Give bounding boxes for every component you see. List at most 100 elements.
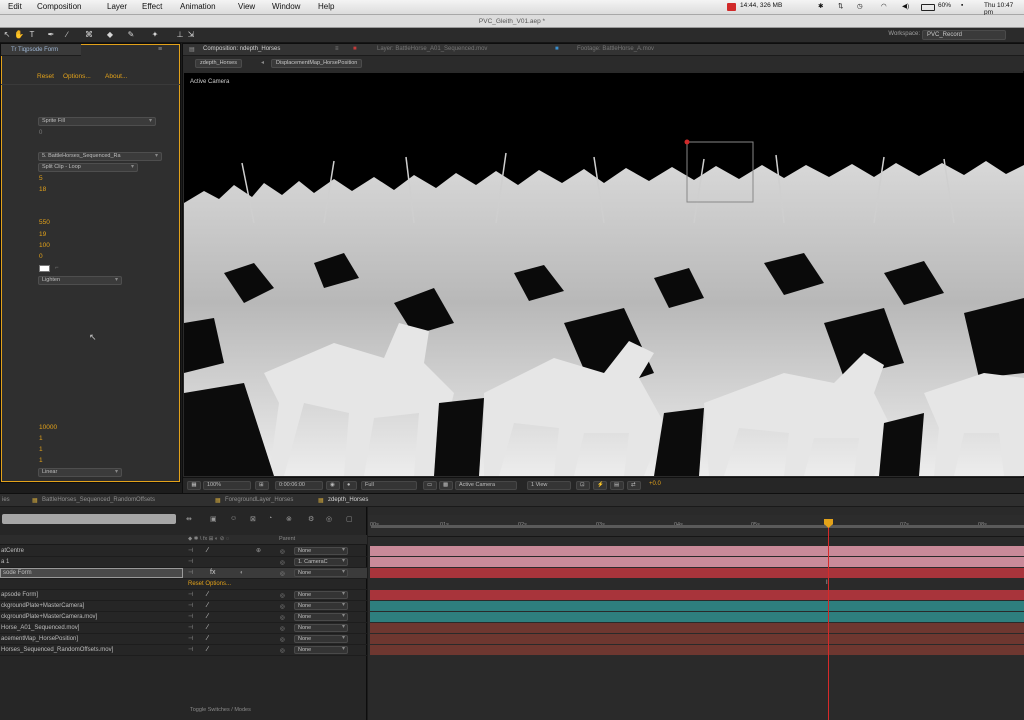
playhead-line[interactable] — [828, 520, 829, 720]
timeline-tab-foreground[interactable]: ForegroundLayer_Horses — [225, 497, 293, 503]
layer-row-2[interactable]: a 1 ⊣ ◎ 1. CameraC — [0, 557, 367, 568]
pen-icon[interactable]: ∕ — [207, 612, 208, 622]
layer-name[interactable]: Horses_Sequenced_RandomOffsets.mov] — [1, 645, 113, 655]
menu-window[interactable]: Window — [272, 2, 300, 11]
snapshot-icon[interactable]: ◉ — [326, 481, 340, 490]
timeline-toggle-icon[interactable]: ▤ — [610, 481, 624, 490]
param-value-100[interactable]: 100 — [39, 242, 50, 249]
layer-switch-icon[interactable]: ⊣ — [188, 601, 193, 611]
exposure-value[interactable]: +0.0 — [649, 481, 661, 487]
view-layout-dropdown[interactable]: 1 View — [527, 481, 571, 490]
pen-icon[interactable]: ∕ — [207, 645, 208, 655]
battery-icon[interactable] — [921, 4, 935, 11]
clip-mode-dropdown[interactable]: Split Clip - Loop — [38, 163, 138, 172]
parent-dropdown[interactable]: 1. CameraC — [294, 558, 348, 566]
timeline-tab-zdepth-horses[interactable]: zdepth_Horses — [328, 497, 368, 503]
track-bar-7[interactable] — [370, 623, 1024, 633]
effect-controls-tab[interactable]: Tr Tiqpsode Form — [1, 44, 81, 56]
parent-dropdown[interactable]: None — [294, 624, 348, 632]
parent-dropdown[interactable]: None — [294, 602, 348, 610]
param-value-0[interactable]: 0 — [39, 253, 43, 260]
recording-icon[interactable] — [727, 3, 736, 11]
pen-tool-icon[interactable]: ✒ — [46, 30, 56, 40]
param-value-1b[interactable]: 1 — [39, 446, 43, 453]
parent-pickwhip-icon[interactable]: ◎ — [280, 569, 285, 579]
fast-preview-icon[interactable]: ⚡ — [593, 481, 607, 490]
parent-pickwhip-icon[interactable]: ◎ — [280, 547, 285, 557]
comp-marker-icon[interactable]: ⇹ — [186, 515, 192, 523]
draft-3d-icon[interactable]: ▣ — [210, 515, 217, 523]
layer-name[interactable]: ckgroundPlate+MasterCamera.mov] — [1, 612, 97, 622]
interpolation-dropdown[interactable]: Linear — [38, 468, 122, 477]
layer-name[interactable]: Horse_A01_Sequenced.mov] — [1, 623, 79, 633]
layer-row-3-selected[interactable]: sode Form ⊣ fx ◐ ◎ None — [0, 568, 367, 579]
show-channel-icon[interactable]: ● — [343, 481, 357, 490]
tab-close-icon[interactable]: ≡ — [335, 46, 339, 52]
puppet-tool-icon[interactable]: ✦ — [150, 30, 160, 40]
track-bar-2[interactable] — [370, 557, 1024, 567]
volume-icon[interactable]: ◀) — [902, 2, 909, 10]
parent-dropdown[interactable]: None — [294, 547, 348, 555]
parent-pickwhip-icon[interactable]: ◎ — [280, 635, 285, 645]
pen-icon[interactable]: ∕ — [207, 634, 208, 644]
menu-view[interactable]: View — [238, 2, 255, 11]
track-bar-6[interactable] — [370, 612, 1024, 622]
mask-icon[interactable]: ▢ — [346, 515, 353, 523]
layer-switch-icon[interactable]: ⊣ — [188, 623, 193, 633]
tab-footage[interactable]: Footage: BattleHorse_A.mov — [577, 46, 654, 52]
eyedropper-icon[interactable]: ⌐ — [55, 265, 59, 271]
layer-switch-icon[interactable]: ⊣ — [188, 645, 193, 655]
snap-icon[interactable]: ⇲ — [186, 30, 196, 40]
brainstorm-icon[interactable]: ⚙ — [308, 515, 314, 523]
parent-dropdown[interactable]: None — [294, 569, 348, 577]
param-value-550[interactable]: 550 — [39, 219, 50, 226]
menu-edit[interactable]: Edit — [8, 2, 22, 11]
pen-icon[interactable]: ∕ — [207, 590, 208, 600]
flowchart-icon[interactable]: ⇄ — [627, 481, 641, 490]
layer-row-1[interactable]: atCentre ⊣ ∕ ⊕ ◎ None — [0, 546, 367, 557]
crumb-displacement-map[interactable]: DisplacementMap_HorsePosition — [271, 59, 363, 68]
transfer-icon[interactable]: ⇅ — [838, 2, 843, 10]
render-queue-tab-edge[interactable]: ies — [2, 497, 10, 503]
parent-pickwhip-icon[interactable]: ◎ — [280, 558, 285, 568]
param-value-1a[interactable]: 1 — [39, 435, 43, 442]
parent-pickwhip-icon[interactable]: ◎ — [280, 613, 285, 623]
graph-editor-icon[interactable]: ⊗ — [286, 515, 292, 523]
bluetooth-icon[interactable]: ✱ — [818, 2, 823, 10]
fill-value[interactable]: 0 — [39, 130, 42, 136]
layer-name[interactable]: sode Form — [3, 568, 32, 578]
layer-switch-icon[interactable]: ⊣ — [188, 546, 193, 556]
parent-pickwhip-icon[interactable]: ◎ — [280, 602, 285, 612]
layer-name[interactable]: ckgroundPlate+MasterCamera] — [1, 601, 84, 611]
menu-layer[interactable]: Layer — [107, 2, 127, 11]
track-bar-5[interactable] — [370, 601, 1024, 611]
options-link[interactable]: Options... — [63, 73, 91, 80]
clock[interactable]: Thu 10:47 pm — [984, 2, 1024, 16]
workspace-dropdown[interactable]: PVC_Record — [922, 30, 1006, 40]
shy-icon[interactable]: ☺ — [230, 515, 237, 522]
sprite-fill-dropdown[interactable]: Sprite Fill — [38, 117, 156, 126]
layer-row-4[interactable]: apsode Form] ⊣ ∕ ◎ None — [0, 590, 367, 601]
lock-icon[interactable]: ▤ — [189, 46, 195, 53]
tab-composition[interactable]: Composition: ndepth_Horses — [203, 46, 280, 52]
parent-dropdown[interactable]: None — [294, 591, 348, 599]
sprite-layer-dropdown[interactable]: 5. BattleHorses_Sequenced_Ra — [38, 152, 162, 161]
adjustment-icon[interactable]: ◐ — [240, 568, 244, 578]
axis-mode-icon[interactable]: ⊥ — [175, 30, 185, 40]
frame-blend-icon[interactable]: ⊠ — [250, 515, 256, 523]
motion-blur-icon[interactable]: ◔ — [268, 515, 272, 522]
parent-dropdown[interactable]: None — [294, 613, 348, 621]
menu-animation[interactable]: Animation — [180, 2, 216, 11]
text-tool-icon[interactable]: T — [27, 30, 37, 40]
composition-viewport[interactable]: Active Camera — [184, 73, 1024, 476]
crumb-zdepth-horses[interactable]: zdepth_Horses — [195, 59, 242, 68]
layer-switch-icon[interactable]: ⊣ — [188, 634, 193, 644]
layer-name[interactable]: apsode Form] — [1, 590, 38, 600]
grid-icon[interactable]: ⊞ — [255, 481, 269, 490]
layer-switch-icon[interactable]: ⊣ — [188, 590, 193, 600]
magnification-dropdown[interactable]: 100% — [203, 481, 251, 490]
hand-tool-icon[interactable]: ✋ — [14, 30, 24, 40]
transparency-grid-icon[interactable]: ▩ — [439, 481, 453, 490]
parent-dropdown[interactable]: None — [294, 635, 348, 643]
selection-tool-icon[interactable]: ↖ — [2, 30, 12, 40]
